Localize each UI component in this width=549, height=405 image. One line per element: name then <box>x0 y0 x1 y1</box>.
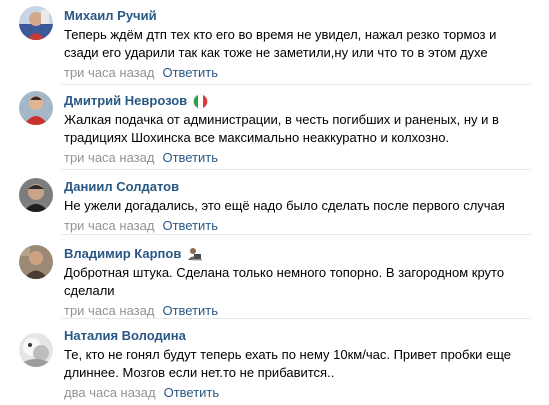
divider <box>62 234 531 235</box>
comment-timestamp[interactable]: три часа назад <box>64 303 154 318</box>
reply-button[interactable]: Ответить <box>162 218 218 233</box>
comment-timestamp[interactable]: три часа назад <box>64 65 154 80</box>
author-name[interactable]: Дмитрий Неврозов <box>64 92 187 110</box>
reply-button[interactable]: Ответить <box>162 65 218 80</box>
avatar[interactable] <box>19 245 53 279</box>
comment-text: Жалкая подачка от администрации, в честь… <box>64 112 499 145</box>
avatar[interactable] <box>19 333 53 367</box>
comment-text: Те, кто не гонял будут теперь ехать по н… <box>64 347 512 380</box>
divider <box>62 84 531 85</box>
comment-timestamp[interactable]: три часа назад <box>64 218 154 233</box>
comment-timestamp[interactable]: три часа назад <box>64 150 154 165</box>
divider <box>62 169 531 170</box>
comment-feed: Михаил Ручий Теперь ждём дтп тех кто его… <box>0 0 549 405</box>
author-name[interactable]: Михаил Ручий <box>64 7 157 25</box>
comment-timestamp[interactable]: два часа назад <box>64 385 156 400</box>
reply-button[interactable]: Ответить <box>162 150 218 165</box>
italy-flag-icon <box>193 93 208 109</box>
avatar[interactable] <box>19 178 53 212</box>
avatar[interactable] <box>19 6 53 40</box>
comment-text: Не ужели догадались, это ещё надо было с… <box>64 198 505 213</box>
avatar[interactable] <box>19 91 53 125</box>
author-name[interactable]: Владимир Карпов <box>64 245 181 263</box>
author-name[interactable]: Наталия Володина <box>64 327 186 345</box>
comment-text: Добротная штука. Сделана только немного … <box>64 265 505 298</box>
comment-text: Теперь ждём дтп тех кто его во время не … <box>64 27 497 60</box>
computer-user-emoji-icon <box>187 247 203 262</box>
author-name[interactable]: Даниил Солдатов <box>64 178 179 196</box>
reply-button[interactable]: Ответить <box>162 303 218 318</box>
reply-button[interactable]: Ответить <box>164 385 220 400</box>
divider <box>62 318 531 319</box>
